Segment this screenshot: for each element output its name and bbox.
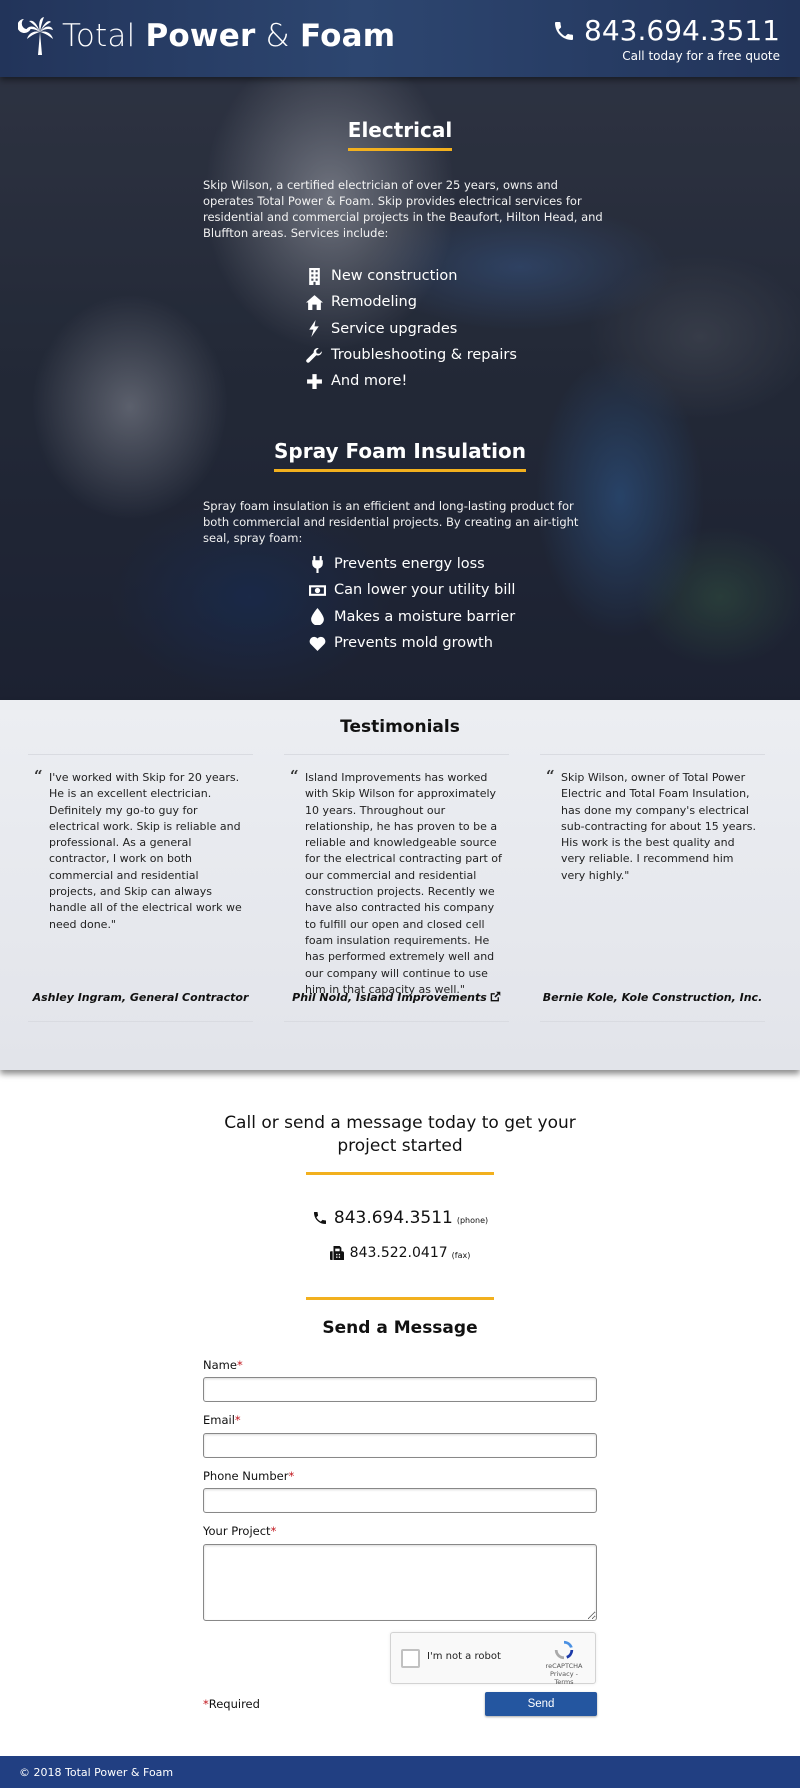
quote-icon: “ [290, 767, 299, 785]
spray-foam-description: Spray foam insulation is an efficient an… [203, 499, 579, 545]
send-message-title: Send a Message [322, 1318, 478, 1338]
site-footer: © 2018 Total Power & Foam [0, 1756, 800, 1788]
recaptcha-links[interactable]: Privacy - Terms [541, 1670, 587, 1686]
header-phone: 843.694.3511 Call today for a free quote [552, 14, 780, 63]
name-field[interactable] [203, 1377, 597, 1402]
recaptcha-widget: I'm not a robot reCAPTCHA Privacy - Term… [390, 1632, 596, 1686]
testimonial-text: Island Improvements has worked with Skip… [305, 771, 502, 996]
header-phone-link[interactable]: 843.694.3511 [552, 14, 780, 47]
list-item: Prevents energy loss [308, 551, 515, 577]
testimonial-card: “ I've worked with Skip for 20 years. He… [28, 754, 253, 1022]
phone-number-field[interactable] [203, 1488, 597, 1513]
testimonial-author: Bernie Kole, Kole Construction, Inc. [542, 991, 763, 1004]
plus-icon [305, 372, 323, 390]
testimonial-text: Skip Wilson, owner of Total Power Electr… [561, 771, 756, 882]
plug-icon [308, 555, 326, 573]
testimonial-text: I've worked with Skip for 20 years. He i… [49, 771, 242, 931]
list-item: Troubleshooting & repairs [305, 342, 517, 368]
phone-icon [313, 1212, 326, 1224]
email-label: Email* [203, 1413, 241, 1427]
brand-name: Total Power & Foam [62, 18, 396, 54]
divider [306, 1172, 494, 1175]
quote-icon: “ [34, 767, 43, 785]
droplet-icon [308, 608, 326, 626]
divider [306, 1297, 494, 1300]
list-item: And more! [305, 368, 517, 394]
building-icon [305, 267, 323, 285]
spray-foam-benefits-list: Prevents energy loss Can lower your util… [308, 551, 515, 656]
list-item: Service upgrades [305, 316, 517, 342]
list-item: Can lower your utility bill [308, 577, 515, 603]
required-note: *Required [203, 1697, 260, 1711]
money-icon [308, 581, 326, 599]
email-field[interactable] [203, 1433, 597, 1458]
services-hero: Electrical Skip Wilson, a certified elec… [0, 77, 800, 700]
palmetto-moon-icon [18, 17, 53, 55]
recaptcha-label: I'm not a robot [427, 1651, 501, 1662]
wrench-icon [305, 346, 323, 364]
testimonial-author: Ashley Ingram, General Contractor [32, 991, 249, 1004]
spray-foam-title: Spray Foam Insulation [0, 439, 800, 472]
fax-icon [329, 1246, 344, 1260]
home-icon [305, 293, 323, 311]
testimonial-card: “ Island Improvements has worked with Sk… [284, 754, 509, 1022]
project-field[interactable] [203, 1544, 597, 1621]
contact-fax: 843.522.0417 (fax) [0, 1245, 800, 1261]
list-item: New construction [305, 263, 517, 289]
testimonials-section: Testimonials “ I've worked with Skip for… [0, 700, 800, 1070]
site-header: Total Power & Foam 843.694.3511 Call tod… [0, 0, 800, 77]
copyright-text: © 2018 Total Power & Foam [19, 1766, 174, 1779]
external-link-icon [490, 991, 501, 1002]
recaptcha-checkbox[interactable] [401, 1649, 420, 1668]
electrical-title: Electrical [0, 118, 800, 151]
list-item: Makes a moisture barrier [308, 604, 515, 630]
electrical-services-list: New construction Remodeling Service upgr… [305, 263, 517, 394]
send-button[interactable]: Send [485, 1692, 597, 1716]
recaptcha-icon [554, 1640, 574, 1660]
site-logo[interactable]: Total Power & Foam [18, 16, 395, 56]
name-label: Name* [203, 1358, 243, 1372]
header-phone-subtitle: Call today for a free quote [622, 49, 780, 63]
heart-icon [308, 634, 326, 652]
phone-icon [555, 21, 574, 40]
bolt-icon [305, 320, 323, 338]
electrical-description: Skip Wilson, a certified electrician of … [203, 178, 603, 240]
testimonial-card: “ Skip Wilson, owner of Total Power Elec… [540, 754, 765, 1022]
testimonials-title: Testimonials [340, 717, 460, 737]
list-item: Prevents mold growth [308, 630, 515, 656]
contact-phone[interactable]: 843.694.3511 (phone) [0, 1208, 800, 1228]
list-item: Remodeling [305, 289, 517, 315]
phone-number-label: Phone Number* [203, 1469, 295, 1483]
testimonial-author-link[interactable]: Phil Nold, Island Improvements [284, 991, 509, 1004]
contact-heading: Call or send a message today to get your… [224, 1113, 576, 1156]
project-label: Your Project* [203, 1524, 277, 1538]
recaptcha-brand: reCAPTCHA Privacy - Terms [541, 1639, 587, 1686]
quote-icon: “ [546, 767, 555, 785]
